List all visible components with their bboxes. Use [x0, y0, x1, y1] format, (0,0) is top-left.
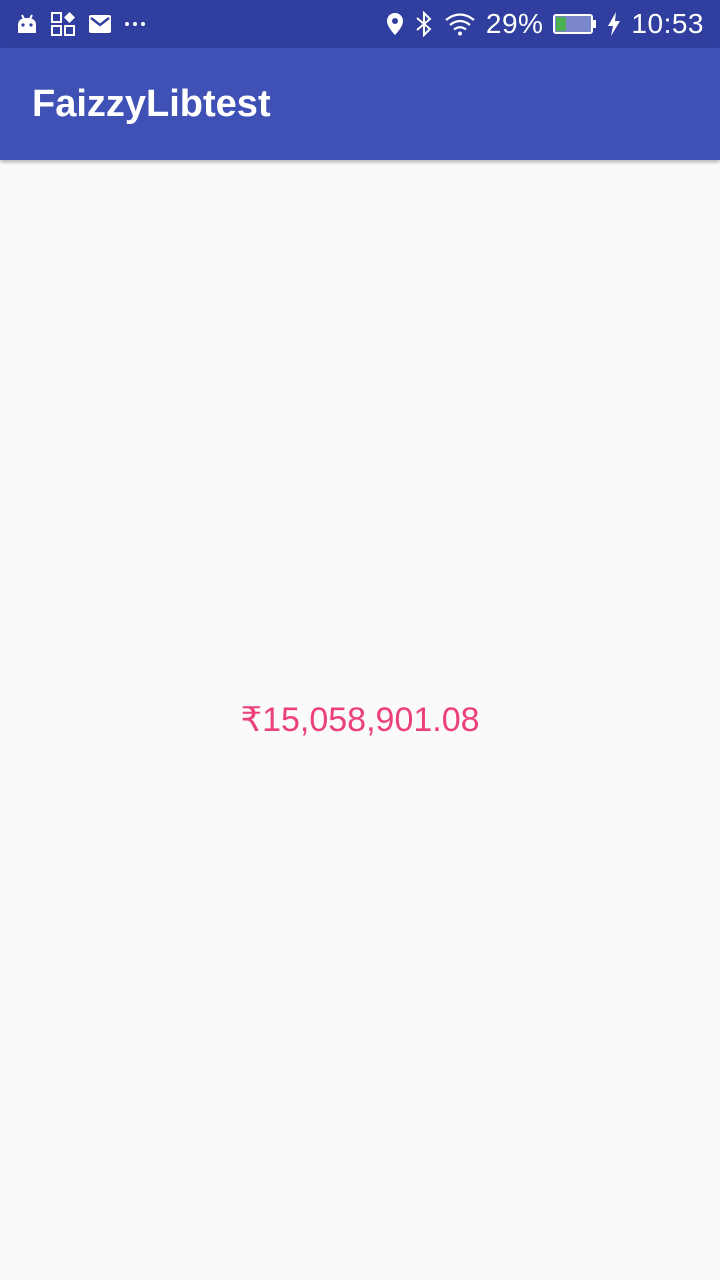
- location-icon: [386, 12, 404, 36]
- formatted-amount: ₹15,058,901.08: [240, 701, 480, 739]
- wifi-icon: [444, 12, 476, 36]
- more-icon: [124, 21, 146, 27]
- app-title: FaizzyLibtest: [32, 82, 271, 125]
- charging-icon: [607, 12, 621, 36]
- apps-icon: [50, 11, 76, 37]
- app-bar: FaizzyLibtest: [0, 48, 720, 160]
- mail-icon: [88, 14, 112, 34]
- status-bar: 29% 10:53: [0, 0, 720, 48]
- clock: 10:53: [631, 8, 704, 39]
- battery-icon: [553, 13, 597, 35]
- android-icon: [16, 13, 38, 35]
- status-bar-system: 29% 10:53: [376, 0, 704, 48]
- status-bar-notifications: [16, 0, 158, 48]
- battery-percent: 29%: [485, 8, 544, 39]
- bluetooth-icon: [414, 11, 434, 37]
- main-content: ₹15,058,901.08: [0, 160, 720, 1280]
